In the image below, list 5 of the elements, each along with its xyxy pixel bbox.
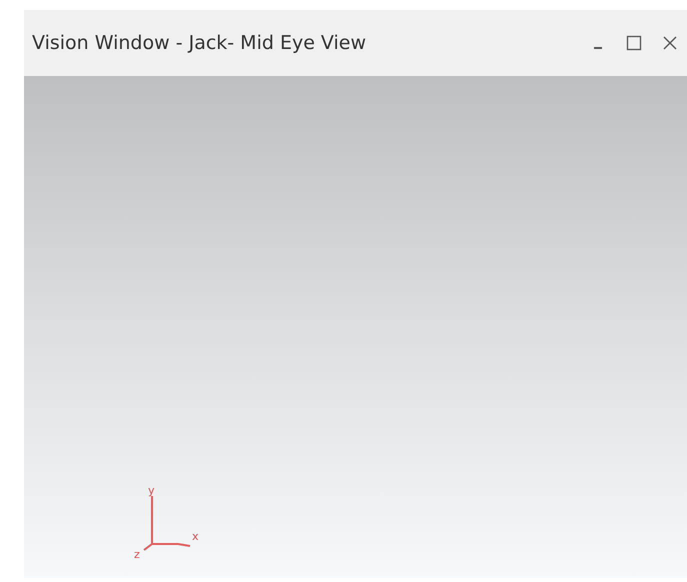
axis-triad-drawing: y x z [134, 484, 199, 561]
close-icon [662, 35, 678, 51]
maximize-icon [626, 35, 642, 51]
minimize-icon [594, 47, 602, 49]
window-title: Vision Window - Jack- Mid Eye View [32, 32, 368, 54]
